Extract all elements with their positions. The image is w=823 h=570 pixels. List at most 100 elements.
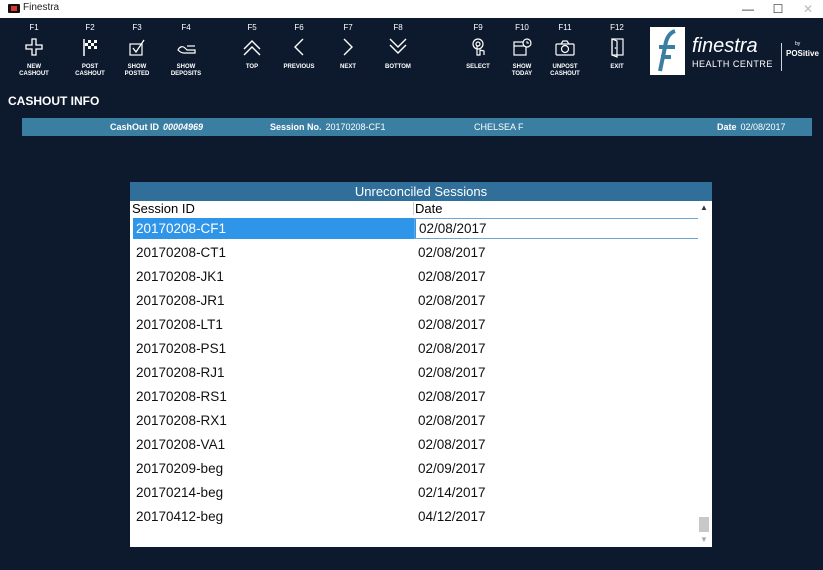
table-row[interactable]: 20170209-beg 02/09/2017 [130, 458, 698, 482]
button-label: UNPOST CASHOUT [550, 64, 580, 77]
cashout-id-value: 00004969 [163, 122, 204, 132]
table-row[interactable]: 20170208-VA1 02/08/2017 [130, 434, 698, 458]
date-column-header[interactable]: Date [415, 201, 442, 216]
page-title: CASHOUT INFO [8, 94, 100, 108]
table-row[interactable]: 20170208-JK1 02/08/2017 [130, 266, 698, 290]
camera-icon [555, 40, 575, 56]
date-cell: 02/08/2017 [418, 269, 486, 284]
session-no-value: 20170208-CF1 [325, 122, 386, 132]
cashout-id-field: CashOut ID 00004969 [110, 122, 203, 132]
maximize-button[interactable]: ☐ [763, 0, 793, 18]
date-cell: 02/08/2017 [418, 437, 486, 452]
function-key: F11 [558, 23, 572, 32]
function-key: F4 [181, 23, 191, 32]
session-id-cell: 20170208-LT1 [136, 317, 223, 332]
calendar-icon [513, 38, 532, 56]
show-posted-button[interactable]: F3 SHOW POSTED [116, 18, 158, 78]
app-icon [8, 4, 20, 13]
bottom-button[interactable]: F8 BOTTOM [378, 18, 418, 71]
date-cell: 02/14/2017 [418, 485, 486, 500]
select-button[interactable]: F9 SELECT [458, 18, 498, 71]
user-name: CHELSEA F [474, 122, 524, 132]
button-label: POST CASHOUT [75, 64, 105, 77]
sessions-list: 20170208-CF1 02/08/2017 20170208-CT1 02/08/… [130, 218, 699, 530]
table-row[interactable]: 20170208-CF1 02/08/2017 [130, 218, 699, 242]
button-label: NEXT [339, 64, 356, 70]
session-id-cell: 20170208-JK1 [136, 269, 224, 284]
table-row[interactable]: 20170208-CT1 02/08/2017 [130, 242, 698, 266]
date-cell: 02/08/2017 [418, 341, 486, 356]
session-id-cell: 20170214-beg [136, 485, 224, 500]
date-cell: 02/08/2017 [418, 413, 486, 428]
date-cell: 02/08/2017 [418, 317, 486, 332]
function-key: F8 [393, 23, 403, 32]
vertical-scrollbar[interactable]: ▲ ▼ [698, 201, 710, 547]
top-button[interactable]: F5 TOP [232, 18, 272, 71]
session-no-label: Session No. [270, 122, 322, 132]
close-button[interactable]: ✕ [793, 0, 823, 18]
window-titlebar: Finestra — ☐ ✕ [0, 0, 823, 18]
partner-logo: POSitive [786, 49, 819, 58]
button-label: SHOW POSTED [124, 64, 150, 77]
session-id-cell: 20170208-PS1 [136, 341, 227, 356]
logo-brand: finestra [692, 35, 758, 57]
date-cell: 02/08/2017 [418, 365, 486, 380]
function-key: F10 [515, 23, 529, 32]
unpost-cashout-button[interactable]: F11 UNPOST CASHOUT [545, 18, 585, 78]
function-key: F5 [247, 23, 257, 32]
post-cashout-button[interactable]: F2 POST CASHOUT [70, 18, 110, 78]
button-label: EXIT [610, 64, 624, 70]
button-label: PREVIOUS [283, 64, 315, 70]
unreconciled-sessions-dialog: Unreconciled Sessions Session ID Date 20… [130, 182, 712, 547]
table-row[interactable]: 20170208-PS1 02/08/2017 [130, 338, 698, 362]
finestra-logo: finestra HEALTH CENTRE by POSitive [650, 27, 823, 77]
table-row[interactable]: 20170208-JR1 02/08/2017 [130, 290, 698, 314]
session-id-column-header[interactable]: Session ID [132, 201, 195, 216]
date-cell: 04/12/2017 [418, 509, 486, 524]
logo-subtitle: HEALTH CENTRE [692, 59, 773, 69]
function-key: F12 [610, 23, 624, 32]
checkered-flag-icon [83, 39, 97, 56]
door-icon [611, 38, 624, 58]
checkbox-icon [129, 39, 145, 56]
table-row[interactable]: 20170208-RS1 02/08/2017 [130, 386, 698, 410]
logo-mark [650, 27, 685, 75]
cashout-info-bar: CashOut ID 00004969 Session No. 20170208-C… [22, 118, 812, 136]
date-cell: 02/09/2017 [418, 461, 486, 476]
table-row[interactable]: 20170208-LT1 02/08/2017 [130, 314, 698, 338]
table-row[interactable]: 20170412-beg 04/12/2017 [130, 506, 698, 530]
button-label: SHOW TODAY [511, 64, 533, 77]
scroll-down-icon[interactable]: ▼ [698, 534, 710, 546]
date-cell: 02/08/2017 [418, 293, 486, 308]
table-row[interactable]: 20170208-RX1 02/08/2017 [130, 410, 698, 434]
button-label: TOP [245, 64, 259, 70]
date-label: Date [717, 122, 737, 132]
show-today-button[interactable]: F10 SHOW TODAY [502, 18, 542, 78]
date-cell: 02/08/2017 [414, 218, 699, 239]
next-button[interactable]: F7 NEXT [328, 18, 368, 71]
logo-by: by [795, 41, 801, 47]
table-row[interactable]: 20170214-beg 02/14/2017 [130, 482, 698, 506]
plus-icon [25, 38, 43, 56]
date-field: Date 02/08/2017 [717, 122, 786, 132]
button-label: SHOW DEPOSITS [170, 64, 202, 77]
function-key: F7 [343, 23, 353, 32]
new-cashout-button[interactable]: F1 NEW CASHOUT [14, 18, 54, 78]
exit-button[interactable]: F12 EXIT [597, 18, 637, 71]
function-key: F1 [29, 23, 39, 32]
show-deposits-button[interactable]: F4 SHOW DEPOSITS [166, 18, 206, 78]
session-id-cell: 20170208-RJ1 [136, 365, 225, 380]
previous-button[interactable]: F6 PREVIOUS [279, 18, 319, 71]
session-id-cell: 20170208-VA1 [136, 437, 226, 452]
session-id-cell: 20170412-beg [136, 509, 224, 524]
function-key: F6 [294, 23, 304, 32]
table-row[interactable]: 20170208-RJ1 02/08/2017 [130, 362, 698, 386]
function-key: F9 [473, 23, 483, 32]
session-no-field: Session No. 20170208-CF1 [270, 122, 386, 132]
button-label: SELECT [466, 64, 490, 70]
function-key: F2 [85, 23, 95, 32]
minimize-button[interactable]: — [733, 0, 763, 18]
date-cell: 02/08/2017 [418, 389, 486, 404]
scroll-thumb[interactable] [699, 517, 709, 532]
scroll-up-icon[interactable]: ▲ [698, 202, 710, 214]
